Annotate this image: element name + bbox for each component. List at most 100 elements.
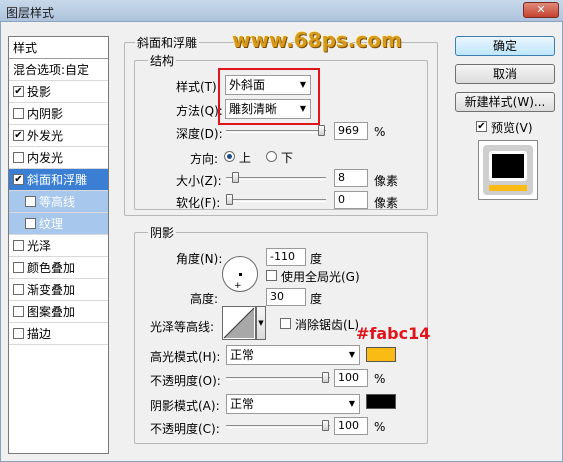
style-item-label: 颜色叠加 xyxy=(27,261,76,275)
style-list-item[interactable]: 内阴影 xyxy=(9,103,108,125)
style-list-item[interactable]: 描边 xyxy=(9,323,108,345)
style-preview-thumbnail xyxy=(478,140,538,200)
highlight-color-swatch[interactable] xyxy=(366,347,396,362)
angle-unit: 度 xyxy=(310,252,323,266)
style-list-item[interactable]: 光泽 xyxy=(9,235,108,257)
style-list-item[interactable]: ✔ 投影 xyxy=(9,81,108,103)
highlight-annotation-box xyxy=(218,68,320,125)
gloss-contour-label: 光泽等高线: xyxy=(150,320,215,334)
depth-label: 深度(D): xyxy=(176,127,223,141)
style-item-checkbox[interactable] xyxy=(13,306,24,317)
altitude-label: 高度: xyxy=(190,292,219,306)
style-item-label: 描边 xyxy=(27,327,52,341)
soften-input[interactable]: 0 xyxy=(334,191,368,209)
gloss-contour-preview[interactable] xyxy=(222,306,256,340)
highlight-mode-label: 高光模式(H): xyxy=(150,350,221,364)
altitude-unit: 度 xyxy=(310,292,323,306)
style-list-item[interactable]: ✔ 外发光 xyxy=(9,125,108,147)
global-light-checkbox[interactable] xyxy=(266,270,277,281)
preview-shape xyxy=(483,145,533,195)
direction-down-radio[interactable] xyxy=(266,151,277,162)
soften-slider[interactable] xyxy=(226,194,326,205)
style-item-checkbox[interactable] xyxy=(13,152,24,163)
preview-label: 预览(V) xyxy=(491,121,533,135)
highlight-opacity-slider[interactable] xyxy=(226,372,330,383)
checkmark-icon: ✔ xyxy=(477,121,486,132)
ok-button[interactable]: 确定 xyxy=(455,36,555,56)
shadow-opacity-label: 不透明度(C): xyxy=(150,422,220,436)
highlight-mode-select[interactable]: 正常 ▼ xyxy=(226,345,360,365)
style-label: 样式(T): xyxy=(176,80,221,94)
style-item-checkbox[interactable] xyxy=(13,262,24,273)
contour-curve-icon xyxy=(223,307,255,339)
angle-dial[interactable]: + xyxy=(222,256,258,292)
style-item-checkbox[interactable] xyxy=(13,240,24,251)
style-list-item[interactable]: 图案叠加 xyxy=(9,301,108,323)
soften-slider-thumb[interactable] xyxy=(226,194,233,205)
style-list-item[interactable]: 渐变叠加 xyxy=(9,279,108,301)
size-label: 大小(Z): xyxy=(176,174,222,188)
size-slider-thumb[interactable] xyxy=(232,172,239,183)
shadow-mode-value: 正常 xyxy=(230,397,255,411)
new-style-button[interactable]: 新建样式(W)... xyxy=(455,92,555,112)
style-item-checkbox[interactable] xyxy=(25,196,36,207)
style-list-item[interactable]: 内发光 xyxy=(9,147,108,169)
style-item-checkbox[interactable] xyxy=(13,284,24,295)
shadow-opacity-input[interactable]: 100 xyxy=(334,417,368,435)
style-item-label: 投影 xyxy=(27,85,52,99)
cancel-button[interactable]: 取消 xyxy=(455,64,555,84)
style-item-checkbox[interactable]: ✔ xyxy=(13,174,24,185)
shadow-mode-select[interactable]: 正常 ▼ xyxy=(226,394,360,414)
depth-unit: % xyxy=(374,125,386,139)
antialias-checkbox[interactable] xyxy=(280,318,291,329)
angle-input[interactable]: -110 xyxy=(266,248,306,266)
title-bar: 图层样式 ✕ xyxy=(0,0,563,22)
window-title: 图层样式 xyxy=(6,6,55,20)
shadow-opacity-slider[interactable] xyxy=(226,420,330,431)
highlight-mode-value: 正常 xyxy=(230,348,255,362)
preview-checkbox[interactable]: ✔ xyxy=(476,121,487,132)
size-input[interactable]: 8 xyxy=(334,169,368,187)
style-list-item[interactable]: 等高线 xyxy=(9,191,108,213)
shadow-opacity-thumb[interactable] xyxy=(322,420,329,431)
highlight-opacity-thumb[interactable] xyxy=(322,372,329,383)
style-item-checkbox[interactable] xyxy=(13,328,24,339)
crosshair-icon: + xyxy=(234,281,242,291)
style-list-item[interactable]: 颜色叠加 xyxy=(9,257,108,279)
depth-input[interactable]: 969 xyxy=(334,122,368,140)
style-item-label: 混合选项:自定 xyxy=(13,63,90,77)
depth-slider-thumb[interactable] xyxy=(318,125,325,136)
size-slider[interactable] xyxy=(226,172,326,183)
angle-label: 角度(N): xyxy=(176,252,223,266)
style-list-item[interactable]: 混合选项:自定 xyxy=(9,59,108,81)
style-item-label: 内阴影 xyxy=(27,107,64,121)
watermark-text: www.68ps.com xyxy=(232,28,402,52)
style-item-label: 斜面和浮雕 xyxy=(27,173,88,187)
shadow-opacity-unit: % xyxy=(374,420,386,434)
close-button[interactable]: ✕ xyxy=(523,2,559,18)
style-list-item[interactable]: ✔ 斜面和浮雕 xyxy=(9,169,108,191)
preview-highlight xyxy=(489,185,527,191)
style-item-checkbox[interactable] xyxy=(13,108,24,119)
style-item-checkbox[interactable]: ✔ xyxy=(13,130,24,141)
style-item-label: 纹理 xyxy=(39,217,64,231)
style-item-checkbox[interactable] xyxy=(25,218,36,229)
style-item-checkbox[interactable]: ✔ xyxy=(13,86,24,97)
method-label: 方法(Q): xyxy=(176,104,223,118)
shadow-color-swatch[interactable] xyxy=(366,394,396,409)
style-list: 样式 混合选项:自定 ✔ 投影 内阴影 ✔ 外发光 内发光 ✔ 斜面和浮雕 等高线 纹理 光泽 颜色叠加… xyxy=(8,36,109,454)
direction-up-label: 上 xyxy=(239,151,252,165)
direction-down-label: 下 xyxy=(281,151,294,165)
altitude-input[interactable]: 30 xyxy=(266,288,306,306)
depth-slider[interactable] xyxy=(226,125,326,136)
color-annotation: #fabc14 xyxy=(356,324,431,343)
style-item-label: 光泽 xyxy=(27,239,52,253)
global-light-label: 使用全局光(G) xyxy=(281,270,360,284)
style-list-item[interactable]: 纹理 xyxy=(9,213,108,235)
gloss-contour-dropdown[interactable]: ▼ xyxy=(256,306,266,340)
direction-up-radio[interactable] xyxy=(224,151,235,162)
style-item-label: 内发光 xyxy=(27,151,64,165)
highlight-opacity-input[interactable]: 100 xyxy=(334,369,368,387)
antialias-label: 消除锯齿(L) xyxy=(295,318,360,332)
style-list-header: 样式 xyxy=(9,37,108,59)
